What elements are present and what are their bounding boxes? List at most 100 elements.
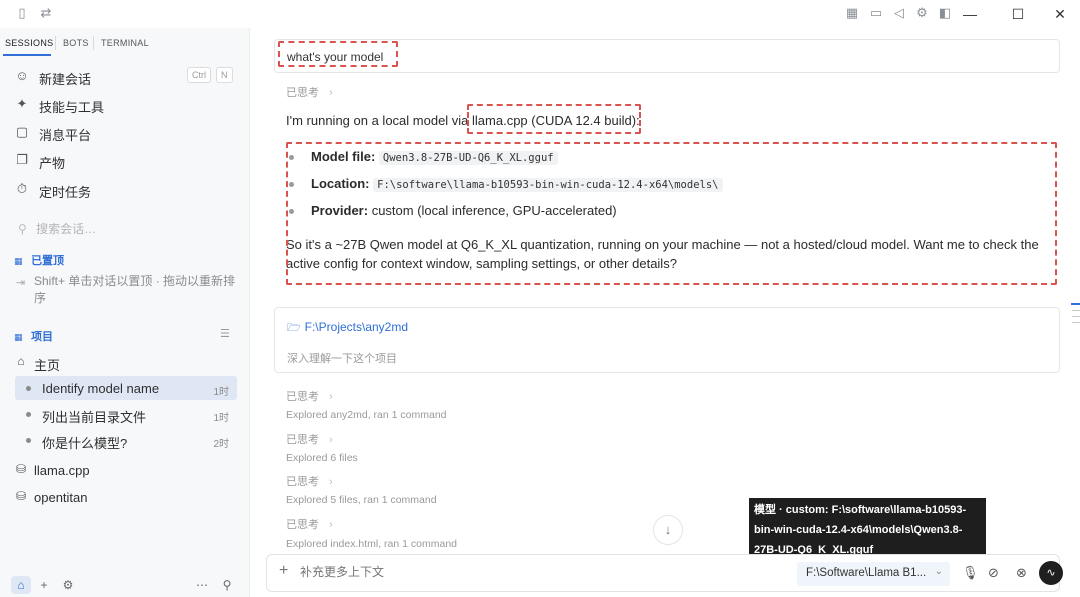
- nav-label: 定时任务: [39, 185, 92, 200]
- settings-small-icon[interactable]: ⚙: [58, 576, 78, 594]
- arrow-down-icon: ↓: [664, 522, 672, 537]
- no-hearing-icon[interactable]: ⊗: [1016, 565, 1027, 581]
- composer-input[interactable]: [300, 565, 600, 579]
- projects-section-title: ▦ 项目: [14, 328, 53, 344]
- projects-title-text: 项目: [31, 331, 54, 343]
- filter-icon[interactable]: ☰: [220, 327, 230, 340]
- tab-divider: [55, 36, 56, 50]
- send-icon: ∿: [1046, 567, 1056, 579]
- thought-toggle[interactable]: 已思考 ›: [286, 473, 333, 489]
- plus-icon[interactable]: +: [34, 576, 54, 594]
- home-icon[interactable]: ⌂: [11, 576, 31, 594]
- chevron-right-icon: ›: [329, 519, 333, 531]
- thought-toggle[interactable]: 已思考 ›: [286, 84, 333, 100]
- pinned-hint: ⇥ Shift+ 单击对话以置顶 · 拖动以重新排序: [16, 273, 238, 307]
- close-button[interactable]: ✕: [1040, 2, 1080, 26]
- minimap-lines: [1072, 310, 1080, 328]
- grid-icon: ▦: [14, 332, 23, 342]
- activity-log: Explored 6 files: [286, 452, 358, 464]
- tab-sessions[interactable]: SESSIONS: [5, 38, 53, 48]
- pin-icon: ⇥: [16, 277, 26, 289]
- thought-toggle[interactable]: 已思考 ›: [286, 431, 333, 447]
- nav-label: 新建会话: [39, 72, 92, 87]
- project-label: llama.cpp: [34, 463, 90, 478]
- grid-icon: ▦: [14, 256, 23, 266]
- project-label: 主页: [34, 358, 61, 373]
- send-button[interactable]: ∿: [1039, 561, 1063, 585]
- nav-new-session[interactable]: ☺ 新建会话 Ctrl N: [14, 66, 239, 88]
- tab-divider: [93, 36, 94, 50]
- chat-icon[interactable]: ▭: [868, 5, 884, 21]
- tab-terminal[interactable]: TERMINAL: [101, 38, 149, 48]
- mute-icon[interactable]: ⊘: [988, 565, 999, 581]
- thought-label: 已思考: [286, 476, 319, 488]
- session-item[interactable]: 你是什么模型? 2时: [15, 428, 237, 452]
- repo-icon: ⛁: [15, 462, 27, 476]
- activity-log: Explored index.html, ran 1 command: [286, 538, 457, 550]
- scroll-position-marker: [1071, 303, 1080, 305]
- nav-label: 技能与工具: [39, 100, 105, 115]
- chevron-right-icon: ›: [329, 87, 333, 99]
- nav-message-platform[interactable]: ▢ 消息平台: [14, 122, 239, 144]
- swap-icon[interactable]: ⇄: [38, 5, 54, 21]
- model-tooltip: 模型 · custom: F:\software\llama-b10593-bi…: [749, 498, 986, 562]
- scroll-down-button[interactable]: ↓: [653, 515, 683, 545]
- search-icon: ⚲: [18, 222, 27, 236]
- highlight-box: [286, 142, 1057, 285]
- thought-toggle[interactable]: 已思考 ›: [286, 388, 333, 404]
- minimize-button[interactable]: —: [950, 2, 990, 26]
- activity-log: Explored 5 files, ran 1 command: [286, 494, 437, 506]
- session-label: 列出当前目录文件: [42, 410, 147, 425]
- chevron-right-icon: ›: [329, 476, 333, 488]
- title-bar: ▯ ⇄ ▦ ▭ ◁ ⚙ ◧ — ☐ ✕: [0, 0, 1080, 28]
- message-composer: + F:\Software\Llama B1... ⌄ 🎙 ⊘ ⊗ ∿: [266, 554, 1063, 592]
- layout-icon[interactable]: ▦: [844, 5, 860, 21]
- session-item[interactable]: Identify model name 1时: [15, 376, 237, 400]
- sidebar-toggle-icon[interactable]: ▯: [14, 5, 30, 21]
- app-window: ▯ ⇄ ▦ ▭ ◁ ⚙ ◧ — ☐ ✕ SESSIONS BOTS TERMIN…: [0, 0, 1080, 597]
- gear-icon[interactable]: ⚙: [914, 5, 930, 21]
- nav-label: 消息平台: [39, 128, 92, 143]
- pin-icon[interactable]: ⚲: [217, 576, 237, 594]
- maximize-button[interactable]: ☐: [998, 2, 1038, 26]
- nav-skills-tools[interactable]: ✦ 技能与工具: [14, 94, 239, 116]
- thought-toggle[interactable]: 已思考 ›: [286, 516, 333, 532]
- session-label: Identify model name: [42, 381, 160, 396]
- repo-icon: ⛁: [15, 489, 27, 503]
- new-chat-icon: ☺: [15, 68, 29, 83]
- pinned-section-title: ▦ 已置顶: [14, 252, 64, 268]
- project-llama-cpp[interactable]: ⛁ llama.cpp: [14, 458, 239, 482]
- nav-label: 产物: [39, 156, 66, 171]
- tab-active-indicator: [3, 54, 51, 56]
- model-select-value: F:\Software\Llama B1...: [806, 567, 927, 579]
- project-label: opentitan: [34, 490, 88, 505]
- session-item[interactable]: 列出当前目录文件 1时: [15, 402, 237, 426]
- plus-icon[interactable]: +: [279, 562, 288, 580]
- volume-icon[interactable]: ◁: [891, 5, 907, 21]
- thought-label: 已思考: [286, 391, 319, 403]
- model-select[interactable]: F:\Software\Llama B1... ⌄: [797, 562, 950, 586]
- nav-scheduled-tasks[interactable]: ⏱ 定时任务: [14, 179, 239, 201]
- search-placeholder: 搜索会话…: [36, 222, 97, 236]
- session-time: 1时: [213, 413, 229, 424]
- more-icon[interactable]: ⋯: [192, 576, 212, 594]
- bullet-dot: [26, 412, 31, 417]
- mic-icon[interactable]: 🎙: [962, 565, 979, 581]
- session-time: 2时: [213, 439, 229, 450]
- chevron-right-icon: ›: [329, 434, 333, 446]
- nav-artifacts[interactable]: ❐ 产物: [14, 150, 239, 172]
- pinned-title-text: 已置顶: [31, 255, 65, 267]
- project-home[interactable]: ⌂ 主页: [14, 350, 239, 374]
- project-message-card: 🗁 F:\Projects\any2md 深入理解一下这个项目: [274, 307, 1060, 373]
- tab-bots[interactable]: BOTS: [63, 38, 89, 48]
- sidebar: SESSIONS BOTS TERMINAL ☺ 新建会话 Ctrl N ✦ 技…: [0, 28, 250, 597]
- chat-panel: what's your model 已思考 › I'm running on a …: [251, 28, 1080, 597]
- chevron-right-icon: ›: [329, 391, 333, 403]
- project-path-link[interactable]: 🗁 F:\Projects\any2md: [287, 319, 408, 338]
- project-opentitan[interactable]: ⛁ opentitan: [14, 485, 239, 509]
- session-search[interactable]: ⚲ 搜索会话…: [18, 220, 96, 237]
- message-icon: ▢: [15, 124, 29, 139]
- artifact-icon: ❐: [16, 152, 28, 167]
- pinned-hint-text: Shift+ 单击对话以置顶 · 拖动以重新排序: [34, 274, 236, 305]
- shortcut-n: N: [216, 67, 233, 83]
